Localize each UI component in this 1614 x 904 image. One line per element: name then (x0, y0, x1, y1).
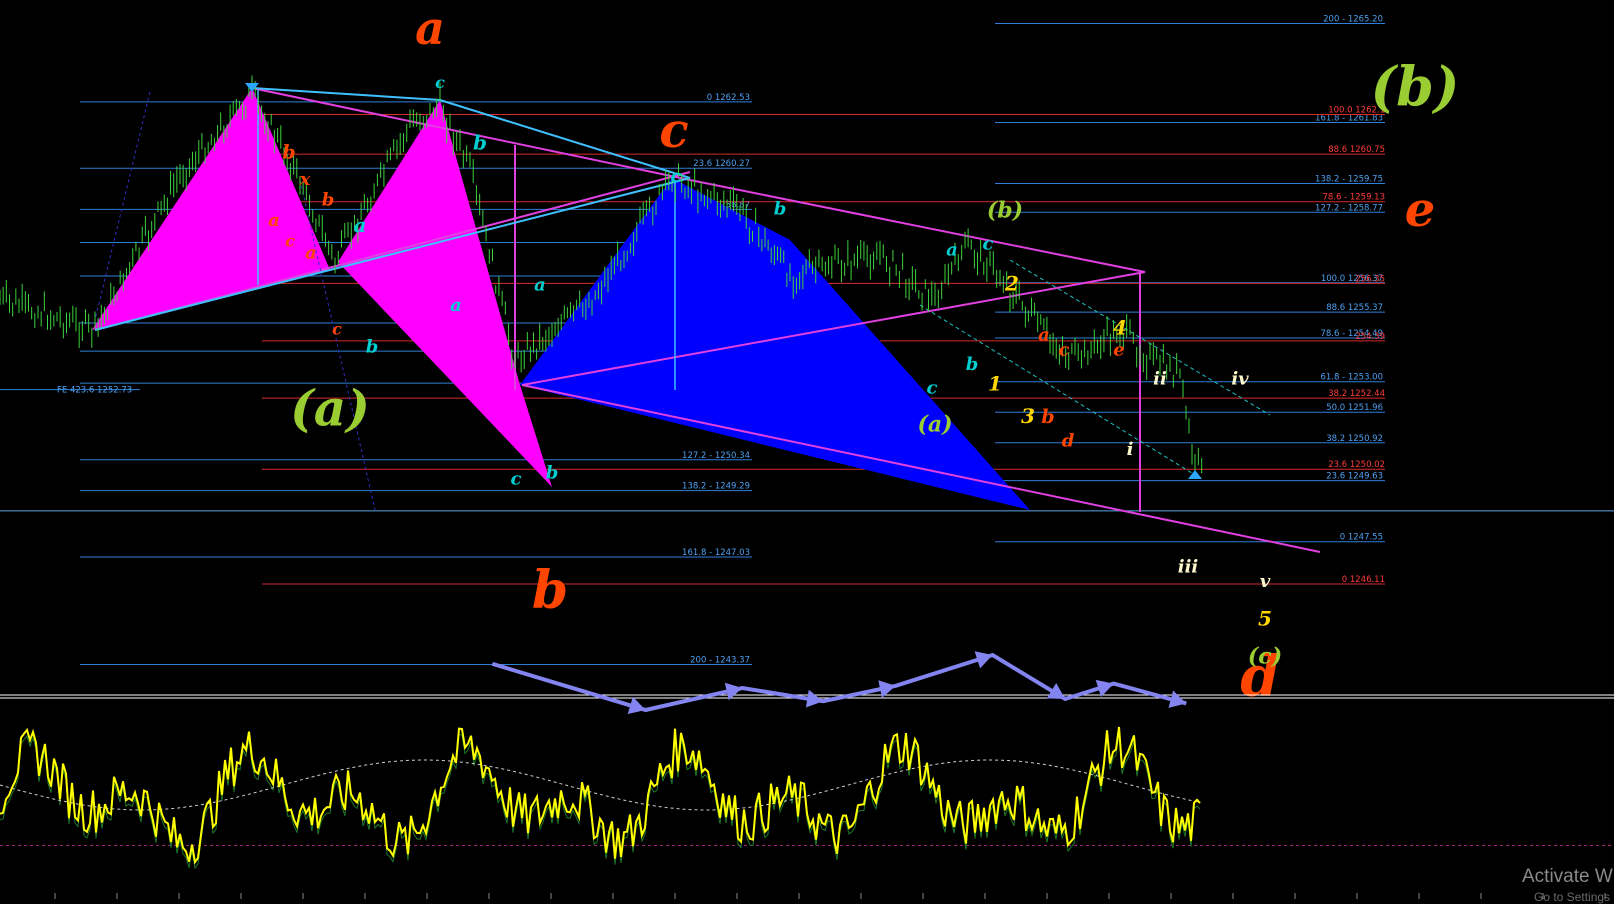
wave-label: (a) (917, 412, 952, 438)
fib-right-label: 50.0 1251.96 (1326, 403, 1383, 413)
fib-right-label: 0 1247.55 (1340, 533, 1383, 543)
wave-label: x (299, 169, 311, 190)
fib-red-label: 88.6 1260.75 (1328, 145, 1385, 155)
wave-label: (a) (290, 379, 370, 438)
wave-label: 4 (1113, 316, 1127, 340)
fib-right-label: 61.8 - 1253.00 (1320, 373, 1383, 383)
fib-left-label: 23.6 1260.27 (693, 159, 750, 169)
fe-label: FE 423.6 1252.73 (57, 386, 132, 396)
fib-right-label: 38.2 1250.92 (1326, 434, 1383, 444)
fib-left-label: 161.8 - 1247.03 (682, 548, 750, 558)
fib-right-label: 138.2 - 1259.75 (1315, 175, 1383, 185)
wave-label: b (282, 142, 295, 164)
fib-right-label: 127.2 - 1258.77 (1315, 203, 1383, 213)
fib-right-label: 23.6 1249.63 (1326, 472, 1383, 482)
wave-label: b (1041, 406, 1054, 428)
wave-label: 2 (1004, 272, 1019, 296)
wave-label: c (1059, 339, 1070, 360)
fib-red-label: 256.35 (1355, 274, 1385, 284)
wave-label: c (511, 468, 522, 489)
wave-label: e (1405, 182, 1436, 238)
wave-label: v (1260, 571, 1271, 592)
fib-right-label: 200 - 1265.20 (1323, 14, 1383, 24)
wave-label: d (1062, 430, 1075, 451)
fib-left-label: 0 1262.53 (707, 93, 750, 103)
wave-label: b (546, 463, 559, 484)
wave-label: ii (1153, 369, 1167, 390)
activate-watermark: Activate W (1522, 866, 1613, 887)
wave-label: c (285, 232, 295, 251)
fib-left-label: 127.2 - 1250.34 (682, 451, 750, 461)
wave-label: a (534, 275, 546, 296)
fib-red-label: 254.39 (1355, 332, 1385, 342)
wave-label: iii (1178, 557, 1199, 578)
wave-label: b (966, 354, 979, 375)
wave-label: b (322, 190, 335, 211)
wave-label: a (450, 295, 462, 316)
wave-label: a (946, 239, 958, 260)
wave-label: b (774, 198, 787, 219)
wave-label: 1 (988, 372, 1002, 396)
wave-label: c (332, 320, 342, 339)
fib-left-label: 138.2 - 1249.29 (682, 482, 750, 492)
wave-label: c (435, 73, 445, 92)
activate-watermark-sub: Go to Settings (1534, 890, 1611, 904)
wave-label: (b) (1371, 55, 1460, 119)
fib-red-label: 78.6 - 1259.13 (1322, 193, 1385, 203)
wave-label: a (305, 242, 317, 263)
fib-right-label: 88.6 1255.37 (1326, 303, 1383, 313)
wave-label: (b) (987, 197, 1023, 223)
wave-label: iv (1231, 369, 1249, 390)
wave-label: 3 (1021, 404, 1035, 428)
wave-label: e (1113, 339, 1124, 360)
wave-label: c (927, 377, 938, 398)
wave-label: b (532, 560, 568, 621)
fib-red-label: 23.6 1250.02 (1328, 460, 1385, 470)
wave-label: a (268, 210, 280, 231)
chart-canvas: 0 1262.5323.6 1260.2738.2 1258.8750.0 12… (0, 0, 1614, 899)
wave-label: a (354, 213, 367, 237)
wave-label: b (366, 336, 379, 357)
wave-label: c (659, 103, 688, 159)
wave-label: c (671, 166, 682, 187)
wave-label: c (983, 234, 994, 255)
wave-label: 5 (1258, 606, 1272, 630)
wave-label: b (473, 131, 487, 155)
wave-label: a (415, 1, 445, 55)
fib-red-label: 0 1246.11 (1342, 575, 1385, 585)
fib-red-label: 38.2 1252.44 (1328, 389, 1385, 399)
wave-label: (c) (1248, 644, 1282, 670)
wave-label: a (1038, 325, 1050, 346)
wave-label: i (1127, 439, 1134, 460)
fib-left-label: 200 - 1243.37 (690, 655, 750, 665)
